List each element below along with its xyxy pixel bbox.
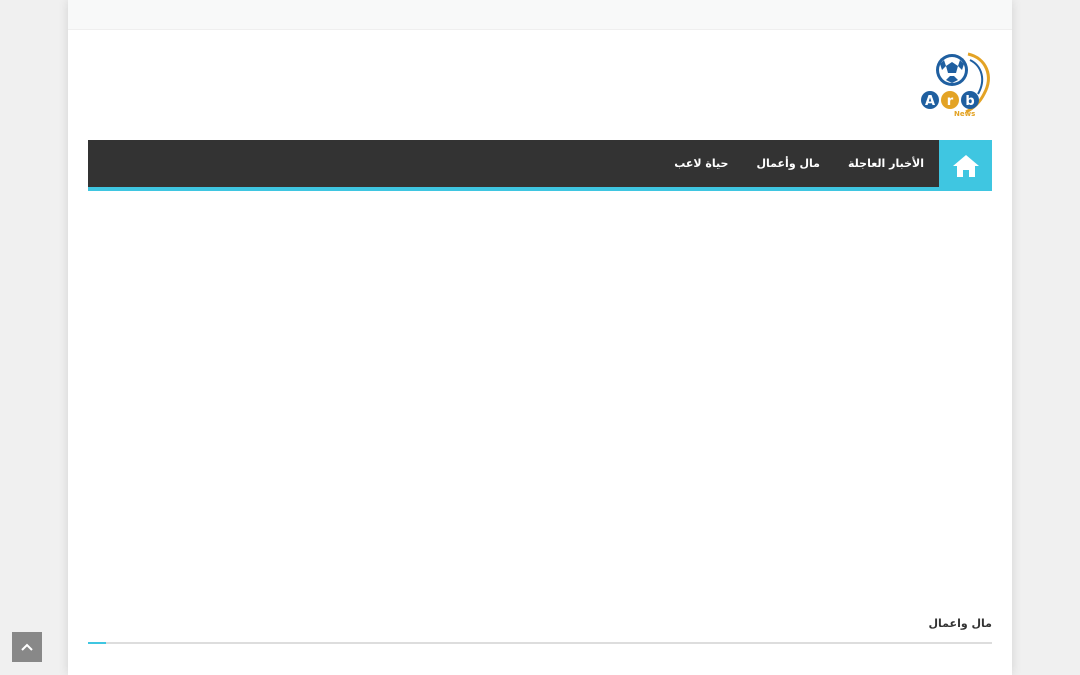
home-icon xyxy=(952,154,979,177)
logo-subtitle: News xyxy=(954,110,976,118)
scroll-to-top-button[interactable] xyxy=(12,632,42,662)
logo-letter-b: b xyxy=(965,94,974,109)
site-logo[interactable]: A r b News xyxy=(920,50,994,122)
main-menu: الأخبار العاجلة مال وأعمال حياة لاعب xyxy=(660,140,938,187)
nav-item-business[interactable]: مال وأعمال xyxy=(742,140,834,187)
section-divider-accent xyxy=(88,642,106,644)
home-button[interactable] xyxy=(939,140,992,191)
logo-letter-r: r xyxy=(947,94,954,109)
nav-item-breaking-news[interactable]: الأخبار العاجلة xyxy=(834,140,938,187)
chevron-up-icon xyxy=(21,643,33,651)
top-bar xyxy=(68,0,1012,30)
section-divider xyxy=(88,642,992,644)
logo-letter-a: A xyxy=(925,94,935,109)
section-title[interactable]: مال واعمال xyxy=(929,617,993,630)
navbar-accent-line xyxy=(88,187,992,191)
nav-item-player-life[interactable]: حياة لاعب xyxy=(660,140,742,187)
page-container: A r b News الأخبار العاجلة مال وأعمال حي… xyxy=(68,0,1012,675)
